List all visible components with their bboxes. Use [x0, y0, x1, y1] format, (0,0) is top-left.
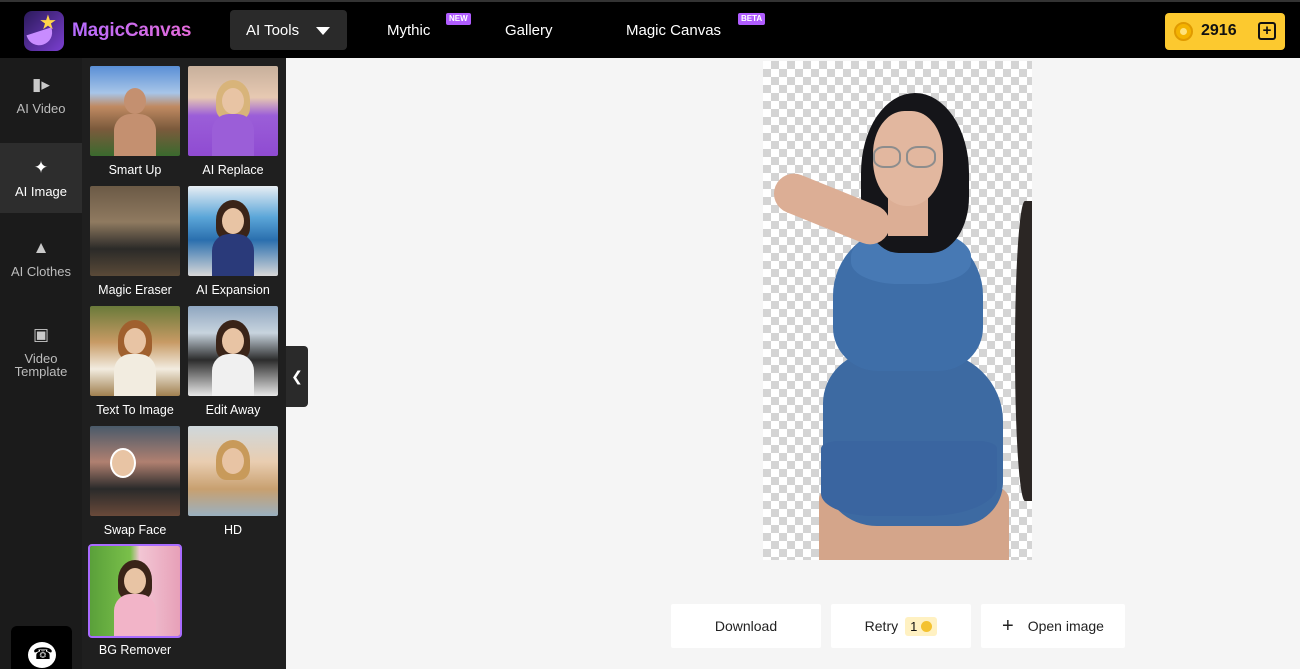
nav-magic-canvas[interactable]: Magic Canvas: [626, 22, 721, 39]
subject-image-part: [1015, 201, 1032, 501]
tool-label: BG Remover: [98, 643, 172, 657]
retry-button[interactable]: Retry 1: [831, 604, 971, 648]
coin-icon: [921, 620, 933, 632]
tool-ai-replace[interactable]: AI Replace: [188, 66, 278, 177]
ai-tools-dropdown[interactable]: AI Tools: [230, 10, 347, 50]
result-image-canvas: [763, 61, 1032, 560]
tool-swap-face[interactable]: Swap Face: [90, 426, 180, 537]
tool-label: HD: [223, 523, 243, 537]
nav-gallery[interactable]: Gallery: [505, 22, 553, 39]
open-image-button[interactable]: + Open image: [981, 604, 1125, 648]
tool-thumbnail: [88, 544, 182, 638]
collapse-panel-button[interactable]: ❮: [286, 346, 308, 407]
tool-thumbnail: [188, 186, 278, 276]
add-credits-button[interactable]: +: [1258, 22, 1276, 40]
download-label: Download: [714, 618, 778, 634]
tool-label: Smart Up: [108, 163, 162, 177]
tool-thumbnail: [90, 306, 180, 396]
tool-ai-expansion[interactable]: AI Expansion: [188, 186, 278, 297]
template-icon: ▣: [32, 325, 50, 344]
retry-label: Retry: [864, 618, 899, 634]
beta-badge: BETA: [738, 13, 766, 25]
subject-image-part: [821, 441, 997, 516]
top-bar: ★ MagicCanvas AI Tools Mythic NEW Galler…: [0, 0, 1300, 58]
brand-name: MagicCanvas: [72, 20, 192, 41]
help-chat-button[interactable]: [11, 626, 72, 669]
ai-tools-label: AI Tools: [246, 21, 300, 39]
left-rail: ▮▸ AI Video ✦ AI Image ▲ AI Clothes ▣ Vi…: [0, 58, 82, 669]
subject-image-part: [873, 146, 901, 168]
retry-cost-value: 1: [910, 618, 918, 634]
rail-item-ai-video[interactable]: ▮▸ AI Video: [0, 75, 82, 128]
tool-label: AI Replace: [202, 163, 264, 177]
tool-magic-eraser[interactable]: Magic Eraser: [90, 186, 180, 297]
tool-smart-up[interactable]: Smart Up: [90, 66, 180, 177]
magic-star-logo-icon: ★: [24, 11, 64, 51]
tool-thumbnail: [90, 66, 180, 156]
download-button[interactable]: Download: [671, 604, 821, 648]
rail-item-ai-clothes[interactable]: ▲ AI Clothes: [0, 238, 82, 291]
chevron-left-icon: ❮: [291, 368, 303, 384]
brand-logo[interactable]: ★ MagicCanvas: [24, 11, 191, 51]
subject-image-part: [906, 146, 936, 168]
credits-count: 2916: [1201, 22, 1237, 39]
rail-item-video-template[interactable]: ▣ Video Template: [0, 325, 82, 383]
tool-label: Magic Eraser: [98, 283, 172, 297]
dress-icon: ▲: [32, 238, 50, 257]
tools-panel: Smart Up AI Replace Magic Eraser AI Expa…: [82, 58, 286, 669]
rail-item-label: AI Video: [16, 101, 66, 116]
tool-label: Swap Face: [103, 523, 167, 537]
tool-thumbnail: [90, 426, 180, 516]
credits-balance[interactable]: 2916 +: [1165, 13, 1285, 50]
tool-thumbnail: [188, 306, 278, 396]
tool-label: AI Expansion: [196, 283, 270, 297]
video-camera-icon: ▮▸: [32, 75, 50, 94]
tool-thumbnail: [188, 426, 278, 516]
tool-text-to-image[interactable]: Text To Image: [90, 306, 180, 417]
tool-label: Edit Away: [205, 403, 261, 417]
open-image-label: Open image: [1027, 618, 1104, 634]
tool-hd[interactable]: HD: [188, 426, 278, 537]
nav-mythic[interactable]: Mythic: [387, 22, 430, 39]
coin-icon: [1174, 22, 1193, 41]
tool-label: Text To Image: [96, 403, 174, 417]
tool-thumbnail: [90, 186, 180, 276]
caret-down-icon: [316, 27, 330, 35]
rail-item-label: AI Clothes: [11, 264, 71, 279]
tool-edit-away[interactable]: Edit Away: [188, 306, 278, 417]
rail-item-label: AI Image: [14, 184, 68, 199]
tool-thumbnail: [188, 66, 278, 156]
chat-phone-icon: [28, 642, 56, 668]
sparkle-icon: ✦: [33, 158, 49, 177]
rail-item-label: Video Template: [14, 351, 68, 379]
tool-bg-remover[interactable]: BG Remover: [88, 544, 182, 657]
new-badge: NEW: [446, 13, 471, 25]
retry-cost-badge: 1: [905, 616, 938, 636]
rail-item-ai-image[interactable]: ✦ AI Image: [0, 143, 82, 213]
plus-icon: +: [1002, 614, 1014, 637]
